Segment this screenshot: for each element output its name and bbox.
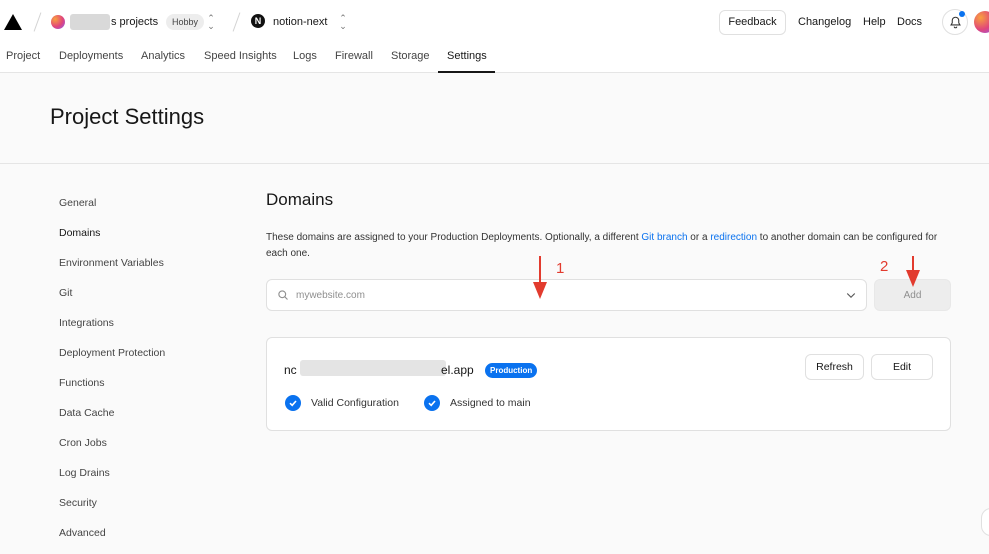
plan-badge: Hobby (166, 14, 205, 30)
sidebar-item-integrations[interactable]: Integrations (59, 317, 114, 329)
valid-configuration-status: Valid Configuration (311, 397, 399, 409)
bell-icon (950, 16, 961, 29)
redirection-link[interactable]: redirection (710, 232, 757, 243)
sidebar-item-advanced[interactable]: Advanced (59, 527, 106, 539)
sidebar-item-deployment-protection[interactable]: Deployment Protection (59, 347, 165, 359)
search-icon (278, 290, 288, 300)
sidebar-item-git[interactable]: Git (59, 287, 72, 299)
tab-speed-insights[interactable]: Speed Insights (204, 50, 277, 62)
domain-name-suffix[interactable]: el.app (441, 363, 474, 377)
project-switcher-chevron-icon[interactable]: ⌃ ⌄ (338, 14, 348, 31)
domain-card (266, 337, 951, 431)
top-bar: s projects Hobby ⌃ ⌄ N notion-next ⌃ ⌄ Fee… (0, 0, 989, 73)
top-bar-row: s projects Hobby ⌃ ⌄ N notion-next ⌃ ⌄ Fee… (0, 0, 989, 44)
annotation-number-1: 1 (556, 260, 565, 277)
user-avatar[interactable] (974, 11, 989, 33)
redacted-domain (300, 360, 446, 376)
check-circle-icon (285, 395, 301, 411)
page-title: Project Settings (50, 104, 205, 129)
tab-storage[interactable]: Storage (391, 50, 430, 62)
check-circle-icon (424, 395, 440, 411)
tab-analytics[interactable]: Analytics (141, 50, 185, 62)
tab-firewall[interactable]: Firewall (335, 50, 373, 62)
sidebar-item-security[interactable]: Security (59, 497, 97, 509)
team-switcher-chevron-icon[interactable]: ⌃ ⌄ (206, 14, 216, 31)
sidebar-item-log-drains[interactable]: Log Drains (59, 467, 110, 479)
edit-button[interactable]: Edit (871, 354, 933, 380)
refresh-button[interactable]: Refresh (805, 354, 864, 380)
domain-search-field[interactable] (266, 279, 867, 311)
description-text: These domains are assigned to your Produ… (266, 232, 642, 243)
assigned-to-main-status: Assigned to main (450, 397, 531, 409)
chevron-down-icon[interactable] (845, 289, 857, 301)
sidebar-item-domains[interactable]: Domains (59, 227, 100, 239)
domain-name-prefix[interactable]: nc (284, 363, 297, 377)
separator-slash (232, 12, 241, 32)
sidebar-item-functions[interactable]: Functions (59, 377, 105, 389)
domain-input[interactable] (296, 287, 816, 303)
help-link[interactable]: Help (863, 16, 886, 28)
sidebar-item-data-cache[interactable]: Data Cache (59, 407, 114, 419)
team-avatar (51, 15, 65, 29)
tab-deployments[interactable]: Deployments (59, 50, 123, 62)
feedback-button[interactable]: Feedback (719, 10, 786, 35)
sidebar-item-environment-variables[interactable]: Environment Variables (59, 257, 164, 269)
git-branch-link[interactable]: Git branch (641, 232, 687, 243)
notification-dot (959, 11, 965, 17)
vercel-logo-icon[interactable] (4, 14, 22, 30)
annotation-arrow-2-icon (906, 256, 920, 287)
floating-help-button[interactable] (981, 508, 989, 536)
docs-link[interactable]: Docs (897, 16, 922, 28)
description-text: or a (687, 232, 711, 243)
tab-logs[interactable]: Logs (293, 50, 317, 62)
redacted-team-name (70, 14, 110, 30)
tab-project[interactable]: Project (6, 50, 40, 62)
team-name[interactable]: s projects (111, 16, 158, 28)
sidebar-item-cron-jobs[interactable]: Cron Jobs (59, 437, 107, 449)
domains-title: Domains (266, 190, 334, 209)
annotation-number-2: 2 (880, 258, 889, 275)
sidebar-item-general[interactable]: General (59, 197, 96, 209)
annotation-arrow-1-icon (533, 256, 547, 299)
tab-settings[interactable]: Settings (447, 50, 487, 62)
project-name[interactable]: notion-next (273, 16, 327, 28)
production-badge: Production (485, 363, 538, 378)
project-notion-icon: N (251, 14, 265, 28)
changelog-link[interactable]: Changelog (798, 16, 851, 28)
domains-description: These domains are assigned to your Produ… (266, 230, 946, 262)
separator-slash (33, 12, 42, 32)
